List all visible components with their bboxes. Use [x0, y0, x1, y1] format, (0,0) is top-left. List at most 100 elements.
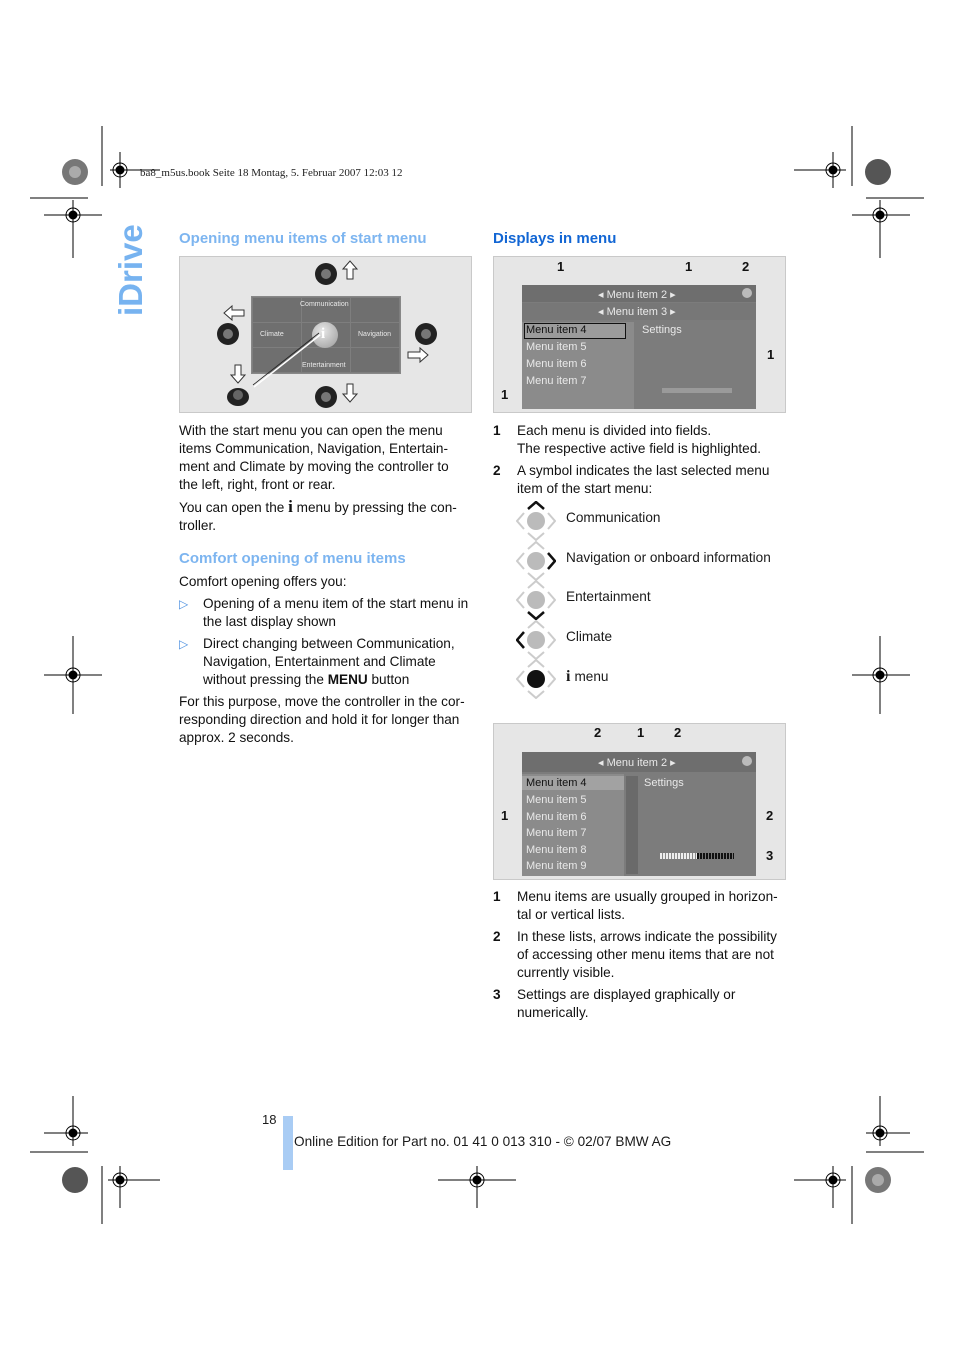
i-menu-paragraph: You can open the i menu by pressing the …	[179, 497, 457, 534]
knob-right-icon	[415, 323, 437, 345]
callout-1: 1	[501, 387, 509, 402]
last-selected-symbol-icon	[742, 288, 752, 298]
knob-bottom-icon	[315, 386, 337, 408]
bullet-triangle-icon: ▷	[179, 597, 189, 611]
symbol-label-text: menu	[574, 669, 609, 684]
arrow-press-icon	[229, 364, 247, 384]
crosshair-mark-icon	[108, 1166, 160, 1208]
heading-comfort-opening: Comfort opening of menu items	[179, 550, 406, 567]
symbol-row: Communication	[515, 500, 660, 542]
menu-list-item: Menu item 4	[526, 324, 587, 336]
fields-explanation: 1 Each menu is divided into fields. The …	[493, 422, 785, 498]
arrow-left-icon	[223, 304, 245, 322]
knob-press-icon	[227, 388, 249, 406]
hold-paragraph: For this purpose, move the controller in…	[179, 694, 465, 745]
symbol-row: Climate	[515, 619, 612, 660]
numbered-item: 3 Settings are displayed graphically or …	[493, 987, 736, 1020]
footer-accent-bar	[283, 1116, 293, 1170]
numbered-item: 1 Menu items are usually grouped in hori…	[493, 889, 778, 922]
controller-right-icon	[515, 540, 557, 581]
callout-2: 2	[594, 725, 602, 740]
crosshair-mark-icon	[44, 200, 102, 258]
crosshair-mark-icon	[44, 1096, 88, 1146]
menu-fields-figure: ◂ Menu item 2 ▸ ◂ Menu item 3 ▸ Menu ite…	[493, 256, 786, 413]
controller-down-icon	[515, 579, 557, 621]
comfort-body: Comfort opening offers you: ▷ Opening of…	[179, 573, 471, 747]
crosshair-mark-icon	[794, 152, 846, 188]
menu-list-item: Menu item 9	[526, 860, 587, 872]
left-body: With the start menu you can open the men…	[179, 422, 471, 535]
crosshair-mark-icon	[852, 636, 910, 714]
numbered-item: 2 A symbol indicates the last selected m…	[493, 463, 770, 496]
crosshair-mark-icon	[794, 1166, 846, 1208]
menu-list-item: Menu item 7	[526, 375, 587, 387]
setting-slider	[662, 388, 732, 393]
menu-row-1: ◂ Menu item 2 ▸	[598, 757, 676, 769]
crosshair-mark-icon	[44, 636, 102, 714]
menu-screen: ◂ Menu item 2 ▸ ◂ Menu item 3 ▸ Menu ite…	[522, 285, 756, 409]
color-target-icon	[62, 1167, 88, 1193]
callout-1: 1	[685, 259, 693, 274]
callout-1: 1	[501, 808, 509, 823]
knob-top-icon	[315, 263, 337, 285]
print-slug: ba8_m5us.book Seite 18 Montag, 5. Februa…	[140, 167, 403, 179]
bullet-item: ▷ Opening of a menu item of the start me…	[179, 596, 469, 629]
symbol-label: Navigation or onboard information	[566, 550, 771, 565]
callout-3: 3	[766, 848, 774, 863]
knob-left-icon	[217, 323, 239, 345]
symbol-row: Entertainment	[515, 579, 651, 621]
numbered-item: 1 Each menu is divided into fields. The …	[493, 423, 762, 456]
comfort-intro: Comfort opening offers you:	[179, 574, 347, 589]
numbered-item: 2 In these lists, arrows indicate the po…	[493, 929, 777, 980]
bullet-item: ▷ Direct changing between Communication,…	[179, 636, 455, 687]
heading-displays-in-menu: Displays in menu	[493, 230, 617, 247]
bullet-triangle-icon: ▷	[179, 637, 189, 651]
scrollbar	[626, 776, 638, 874]
menu-list-item: Menu item 6	[526, 358, 587, 370]
menu-list-item: Menu item 5	[526, 341, 587, 353]
menu-row-1: ◂ Menu item 2 ▸	[598, 289, 676, 301]
menu-button-label: MENU	[327, 672, 368, 687]
heading-opening-menu-items: Opening menu items of start menu	[179, 230, 427, 247]
callout-2: 2	[766, 808, 774, 823]
callout-1: 1	[637, 725, 645, 740]
callout-2: 2	[742, 259, 750, 274]
menu-list-item: Menu item 4	[526, 777, 587, 789]
symbol-label-text: Navigation or onboard information	[566, 549, 771, 565]
arrow-right-icon	[407, 346, 429, 364]
lists-explanation: 1 Menu items are usually grouped in hori…	[493, 888, 785, 1022]
symbol-label-text: Climate	[566, 628, 613, 644]
controller-press-icon	[515, 658, 557, 700]
color-target-icon	[865, 159, 891, 185]
menu-list-item: Menu item 7	[526, 827, 587, 839]
crosshair-mark-icon	[866, 1096, 910, 1146]
menu-list-item: Menu item 5	[526, 794, 587, 806]
callout-1: 1	[557, 259, 565, 274]
page-number: 18	[262, 1112, 277, 1127]
section-tab-label: iDrive	[112, 224, 149, 316]
settings-label: Settings	[644, 777, 684, 789]
setting-slider	[660, 853, 734, 859]
symbol-label: Communication	[566, 510, 660, 525]
menu-row-2: ◂ Menu item 3 ▸	[598, 306, 676, 318]
footer-edition-text: Online Edition for Part no. 01 41 0 013 …	[294, 1134, 672, 1149]
controller-left-icon	[515, 619, 557, 660]
callout-1: 1	[767, 347, 775, 362]
info-i-icon: i	[288, 497, 293, 516]
symbol-label: i menu	[566, 668, 608, 686]
symbol-label-text: Communication	[566, 510, 661, 525]
controller-up-icon	[515, 500, 557, 542]
color-target-icon	[62, 159, 88, 185]
symbol-row: Navigation or onboard information	[515, 540, 771, 581]
arrow-down-icon	[341, 383, 359, 403]
controller-knobs	[217, 260, 437, 408]
menu-lists-figure: ◂ Menu item 2 ▸ Menu item 4 Menu item 5 …	[493, 723, 786, 880]
last-selected-symbol-icon	[742, 756, 752, 766]
menu-list-item: Menu item 6	[526, 811, 587, 823]
menu-list-item: Menu item 8	[526, 844, 587, 856]
color-target-icon	[865, 1167, 891, 1193]
symbol-row: i menu	[515, 658, 608, 700]
section-tab: iDrive	[112, 224, 152, 318]
symbol-label: Entertainment	[566, 589, 651, 604]
arrow-up-icon	[341, 260, 359, 280]
